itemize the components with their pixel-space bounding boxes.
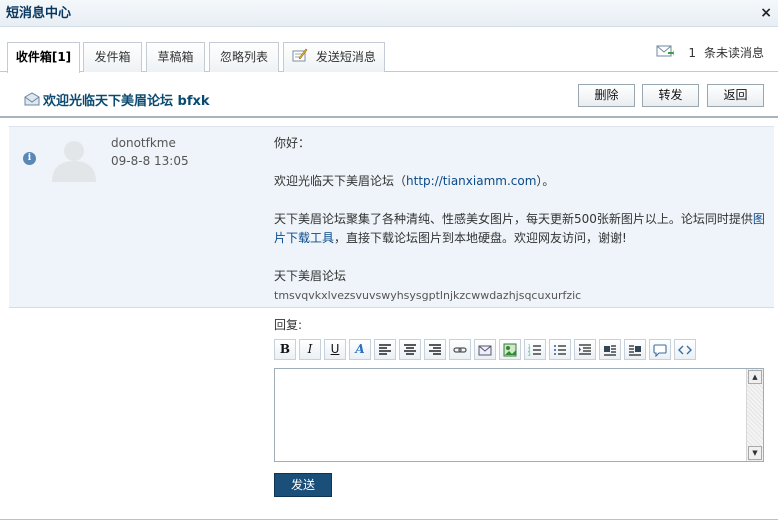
title-bar: 短消息中心 × xyxy=(0,0,778,27)
send-button[interactable]: 发送 xyxy=(274,473,332,497)
body-line-2-suffix: ，直接下载论坛图片到本地硬盘。欢迎网友访问，谢谢! xyxy=(334,231,627,245)
link-button[interactable] xyxy=(449,339,471,360)
align-center-button[interactable] xyxy=(399,339,421,360)
float-left-button[interactable] xyxy=(599,339,621,360)
envelope-icon xyxy=(24,92,40,109)
body-line-1-suffix: ）。 xyxy=(536,174,555,188)
font-color-button[interactable]: A xyxy=(349,339,371,360)
ordered-list-button[interactable]: 123 xyxy=(524,339,546,360)
default-avatar-icon[interactable] xyxy=(49,137,99,185)
tab-inbox[interactable]: 收件箱[1] xyxy=(7,42,80,73)
body-line-1: 欢迎光临天下美眉论坛（http://tianxiamm.com）。 xyxy=(274,172,766,191)
tab-ignore-list[interactable]: 忽略列表 xyxy=(209,42,279,72)
tab-drafts[interactable]: 草稿箱 xyxy=(146,42,205,72)
signature-title: 天下美眉论坛 xyxy=(274,269,347,283)
bold-button[interactable]: B xyxy=(274,339,296,360)
body-line-1-prefix: 欢迎光临天下美眉论坛（ xyxy=(274,174,407,188)
tab-send-message-label: 发送短消息 xyxy=(315,50,376,64)
insert-image-button[interactable] xyxy=(499,339,521,360)
editor-toolbar: B I U A 123 xyxy=(274,339,699,361)
tab-send-message[interactable]: 发送短消息 xyxy=(283,42,385,72)
email-image-button[interactable] xyxy=(474,339,496,360)
greeting: 你好： xyxy=(274,136,311,150)
window-title: 短消息中心 xyxy=(6,6,72,21)
indent-button[interactable] xyxy=(574,339,596,360)
scroll-up-icon[interactable]: ▲ xyxy=(748,370,762,384)
svg-text:3: 3 xyxy=(528,352,531,357)
message-time: 09-8-8 13:05 xyxy=(111,154,189,168)
delete-button[interactable]: 删除 xyxy=(578,84,635,107)
tab-inbox-label: 收件箱[1] xyxy=(15,50,72,64)
unread-count: 1 xyxy=(688,45,696,60)
info-icon: i xyxy=(23,152,36,165)
reply-textarea[interactable] xyxy=(275,369,746,461)
code-button[interactable] xyxy=(674,339,696,360)
tab-ignore-list-label: 忽略列表 xyxy=(219,50,268,64)
align-left-button[interactable] xyxy=(374,339,396,360)
sender-name[interactable]: donotfkme xyxy=(111,136,176,150)
message-body: 你好： 欢迎光临天下美眉论坛（http://tianxiamm.com）。 天下… xyxy=(274,134,766,305)
mail-icon xyxy=(656,44,675,61)
forum-link[interactable]: http://tianxiamm.com xyxy=(406,174,536,188)
unordered-list-button[interactable] xyxy=(549,339,571,360)
scroll-down-icon[interactable]: ▼ xyxy=(748,446,762,460)
tab-outbox-label: 发件箱 xyxy=(94,50,131,64)
message-header: 欢迎光临天下美眉论坛 bfxk 删除 转发 返回 xyxy=(0,72,778,118)
compose-icon xyxy=(292,44,308,72)
quote-button[interactable] xyxy=(649,339,671,360)
editor-scrollbar[interactable]: ▲ ▼ xyxy=(746,369,763,461)
bottom-divider xyxy=(0,519,778,520)
message-panel: i donotfkme 09-8-8 13:05 你好： 欢迎光临天下美眉论坛（… xyxy=(9,126,774,308)
back-button[interactable]: 返回 xyxy=(707,84,764,107)
message-subject: 欢迎光临天下美眉论坛 bfxk xyxy=(43,94,210,109)
align-right-button[interactable] xyxy=(424,339,446,360)
reply-editor[interactable]: ▲ ▼ xyxy=(274,368,764,462)
italic-button[interactable]: I xyxy=(299,339,321,360)
unread-label: 条未读消息 xyxy=(703,46,764,60)
underline-button[interactable]: U xyxy=(324,339,346,360)
float-right-button[interactable] xyxy=(624,339,646,360)
signature-text: tmsvqvkxlvezsvuvswyhsysgptlnjkzcwwdazhjs… xyxy=(274,289,582,302)
body-line-2-prefix: 天下美眉论坛聚集了各种清纯、性感美女图片，每天更新500张新图片以上。论坛同时提… xyxy=(274,212,753,226)
forward-button[interactable]: 转发 xyxy=(642,84,699,107)
tab-bar: 收件箱[1] 发件箱 草稿箱 忽略列表 发送短消息 1 条未读消息 xyxy=(0,38,778,73)
tab-drafts-label: 草稿箱 xyxy=(157,50,194,64)
tab-outbox[interactable]: 发件箱 xyxy=(83,42,142,72)
unread-indicator[interactable]: 1 条未读消息 xyxy=(656,44,764,61)
body-line-2: 天下美眉论坛聚集了各种清纯、性感美女图片，每天更新500张新图片以上。论坛同时提… xyxy=(274,210,766,248)
reply-label: 回复: xyxy=(274,318,303,332)
close-icon[interactable]: × xyxy=(760,5,772,21)
